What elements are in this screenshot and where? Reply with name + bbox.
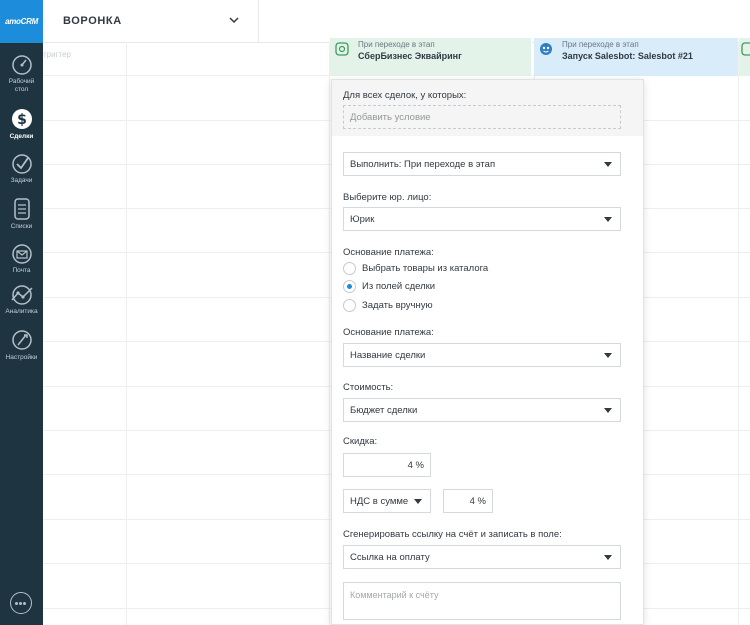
condition-area: Для всех сделок, у которых: Добавить усл…: [332, 80, 643, 136]
execute-trigger-select[interactable]: Выполнить: При переходе в этап: [343, 152, 621, 176]
add-condition-button[interactable]: Добавить условие: [343, 105, 621, 129]
stage-trigger-text: При переходе в этап: [562, 40, 639, 49]
chevron-down-icon: [604, 217, 612, 222]
chevron-down-icon: [604, 555, 612, 560]
sidebar-item-label: Списки: [10, 223, 33, 230]
pipeline-selector[interactable]: ВОРОНКА: [43, 0, 259, 43]
mail-icon: [11, 244, 32, 264]
lists-icon: [13, 198, 30, 220]
invoice-comment-textarea[interactable]: Комментарий к счёту: [343, 582, 621, 620]
sidebar-item-analytics[interactable]: Аналитика: [0, 284, 43, 316]
payment-basis-label: Основание платежа:: [343, 247, 434, 258]
stage-card-sberbusiness[interactable]: При переходе в этап СберБизнес Эквайринг: [330, 38, 532, 76]
chat-button[interactable]: [10, 592, 32, 614]
discount-input[interactable]: 4 %: [343, 453, 431, 477]
sidebar-item-lists[interactable]: Списки: [0, 197, 43, 231]
plugin-icon: [741, 42, 750, 56]
sidebar-item-deals[interactable]: $ Сделки: [0, 107, 43, 141]
stage-trigger-text: При переходе в этап: [358, 40, 435, 49]
tasks-icon: [11, 154, 32, 174]
link-field-select[interactable]: Ссылка на оплату: [343, 545, 621, 569]
sidebar-item-mail[interactable]: Почта: [0, 243, 43, 275]
payment-basis-label-2: Основание платежа:: [343, 327, 434, 338]
chevron-down-icon: [414, 499, 422, 504]
plugin-icon: [335, 42, 349, 56]
sidebar-item-dashboard[interactable]: Рабочий стол: [0, 54, 43, 94]
chevron-down-icon: [604, 162, 612, 167]
link-label: Сгенерировать ссылку на счёт и записать …: [343, 529, 562, 540]
cost-select[interactable]: Бюджет сделки: [343, 398, 621, 422]
sidebar-item-label: Рабочий: [8, 78, 35, 85]
top-header: ВОРОНКА: [43, 0, 750, 43]
chevron-down-icon: [604, 408, 612, 413]
analytics-icon: [10, 285, 33, 305]
action-settings-panel: Для всех сделок, у которых: Добавить усл…: [331, 79, 644, 625]
sidebar-item-label: Почта: [12, 267, 31, 274]
payment-basis-select[interactable]: Название сделки: [343, 343, 621, 367]
sidebar-item-label: Аналитика: [5, 308, 38, 315]
add-condition-label: Добавить условие: [350, 112, 431, 123]
deals-icon: $: [11, 109, 32, 129]
vat-mode-select[interactable]: НДС в сумме: [343, 489, 431, 513]
svg-text:$: $: [17, 112, 27, 128]
sidebar-item-label: Настройки: [5, 354, 38, 361]
sidebar-item-tasks[interactable]: Задачи: [0, 153, 43, 185]
discount-label: Скидка:: [343, 436, 378, 447]
settings-icon: [11, 330, 32, 350]
dashboard-icon: [11, 55, 32, 75]
chevron-down-icon: [604, 353, 612, 358]
condition-label: Для всех сделок, у которых:: [343, 90, 467, 101]
vat-input[interactable]: 4 %: [443, 489, 493, 513]
trigger-column-label: тригтер: [43, 50, 71, 59]
sidebar-item-label: Задачи: [10, 177, 33, 184]
logo[interactable]: amoCRM: [0, 0, 43, 43]
bot-icon: [540, 43, 552, 55]
legal-entity-select[interactable]: Юрик: [343, 207, 621, 231]
chat-icon: [15, 602, 18, 605]
chevron-down-icon: [229, 17, 239, 24]
sidebar-item-label: стол: [14, 86, 29, 93]
stage-card-salesbot[interactable]: При переходе в этап Запуск Salesbot: Sal…: [534, 38, 738, 76]
stage-card-partial[interactable]: [739, 38, 750, 76]
stage-action-title: СберБизнес Эквайринг: [358, 51, 462, 61]
stage-action-title: Запуск Salesbot: Salesbot #21: [562, 51, 693, 61]
sidebar-item-settings[interactable]: Настройки: [0, 328, 43, 362]
sidebar: amoCRM Рабочий стол $ Сделки Задачи Спис…: [0, 0, 43, 625]
legal-entity-label: Выберите юр. лицо:: [343, 192, 432, 203]
pipeline-title: ВОРОНКА: [63, 15, 122, 27]
cost-label: Стоимость:: [343, 382, 394, 393]
sidebar-item-label: Сделки: [9, 133, 34, 140]
